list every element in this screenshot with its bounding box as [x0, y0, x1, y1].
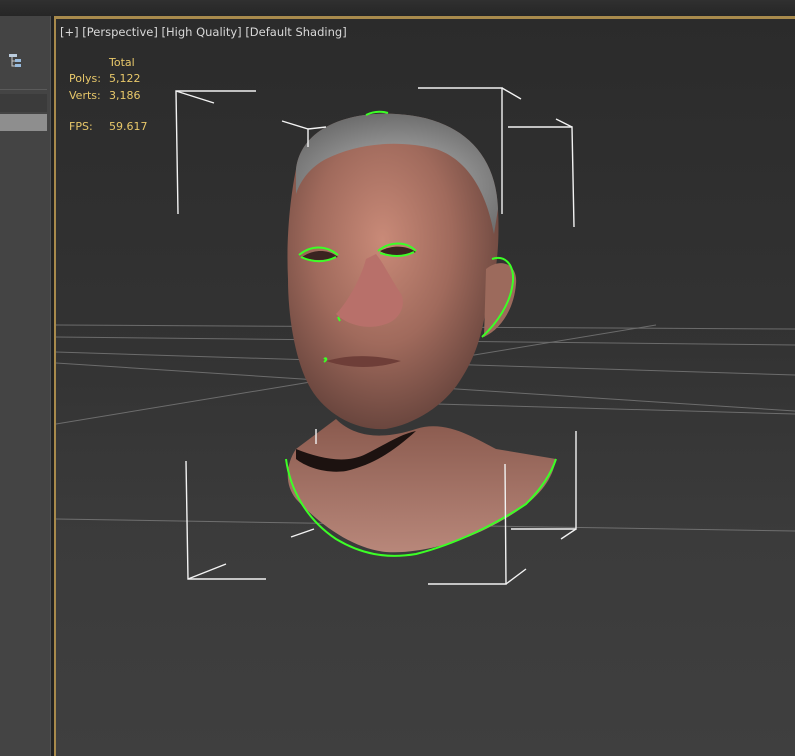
left-panel: [0, 16, 50, 756]
stats-polys-value: 5,122: [109, 72, 141, 85]
viewport-menu-plus[interactable]: [+]: [60, 25, 79, 39]
stats-fps-value: 59.617: [109, 120, 148, 133]
stats-fps-label: FPS:: [69, 120, 93, 133]
viewport-menu-quality[interactable]: [High Quality]: [162, 25, 242, 39]
panel-divider: [0, 89, 47, 90]
viewport-label[interactable]: [+] [Perspective] [High Quality] [Defaul…: [60, 25, 347, 39]
stats-verts-value: 3,186: [109, 89, 141, 102]
perspective-viewport[interactable]: [+] [Perspective] [High Quality] [Defaul…: [56, 19, 795, 756]
top-toolbar-strip: [0, 0, 795, 16]
viewport-menu-pov[interactable]: [Perspective]: [82, 25, 158, 39]
viewport-menu-shading[interactable]: [Default Shading]: [245, 25, 346, 39]
panel-selected-row[interactable]: [0, 114, 47, 131]
viewport-scene[interactable]: [56, 19, 795, 756]
ear-mesh: [484, 263, 517, 337]
panel-header: [0, 94, 47, 112]
hierarchy-icon[interactable]: [5, 52, 25, 70]
stats-verts-label: Verts:: [69, 89, 101, 102]
stats-polys-label: Polys:: [69, 72, 101, 85]
stats-header: Total: [109, 56, 135, 69]
